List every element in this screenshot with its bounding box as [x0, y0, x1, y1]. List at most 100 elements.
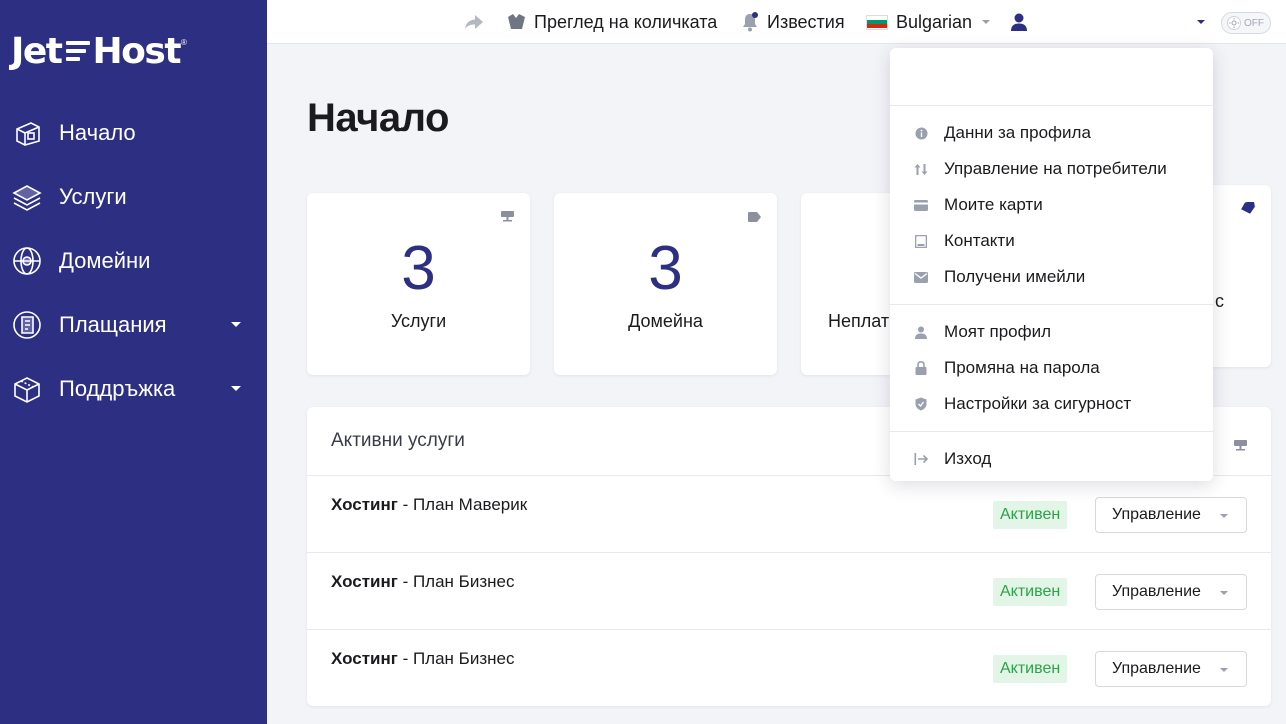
- brand-mark-icon: [65, 41, 90, 61]
- sidebar-item-domains[interactable]: Домейни: [0, 229, 267, 293]
- manage-label: Управление: [1112, 583, 1201, 600]
- menu-item-received-emails[interactable]: Получени имейли: [890, 259, 1213, 295]
- brand-logo[interactable]: Jet Host ®: [11, 30, 187, 72]
- menu-item-label: Данни за профила: [944, 123, 1091, 142]
- sidebar-item-label: Услуги: [59, 184, 127, 209]
- bell-icon: [741, 12, 759, 32]
- share-arrow-icon[interactable]: [464, 0, 484, 44]
- menu-item-my-profile[interactable]: Моят профил: [890, 314, 1213, 350]
- brand-name-left: Jet: [11, 30, 63, 72]
- sidebar-item-home[interactable]: Начало: [0, 101, 267, 165]
- top-bar: Преглед на количката Известия Bulgarian …: [267, 0, 1286, 44]
- stat-label: Услуги: [390, 311, 447, 331]
- service-plan: - План Маверик: [397, 495, 528, 514]
- sidebar-item-label: Начало: [59, 120, 136, 145]
- manage-button[interactable]: Управление: [1095, 651, 1247, 687]
- toggle-label: OFF: [1244, 17, 1264, 29]
- contact-book-icon: [913, 233, 929, 249]
- stat-card-services[interactable]: 3 Услуги: [307, 193, 530, 375]
- service-type: Хостинг: [331, 572, 398, 591]
- menu-item-logout[interactable]: Изход: [890, 441, 1213, 477]
- language-label: Bulgarian: [896, 11, 973, 32]
- account-menu-button[interactable]: [1009, 0, 1029, 44]
- ticket-icon: [1241, 200, 1255, 219]
- dark-mode-toggle[interactable]: OFF: [1221, 12, 1271, 34]
- cart-icon: [507, 13, 526, 31]
- service-row[interactable]: Хостинг - План Маверик Активен Управлени…: [307, 476, 1271, 553]
- menu-item-change-password[interactable]: Промяна на парола: [890, 350, 1213, 386]
- page-title: Начало: [307, 96, 449, 140]
- sidebar-item-services[interactable]: Услуги: [0, 165, 267, 229]
- menu-item-my-cards[interactable]: Моите карти: [890, 187, 1213, 223]
- menu-item-contacts[interactable]: Контакти: [890, 223, 1213, 259]
- manage-label: Управление: [1112, 660, 1201, 677]
- sun-icon: [1227, 16, 1241, 30]
- dropdown-group-security: Моят профил Промяна на парола Настройки …: [890, 305, 1213, 432]
- brand-name-right: Host: [92, 30, 182, 72]
- menu-item-profile-details[interactable]: Данни за профила: [890, 115, 1213, 151]
- envelope-icon: [913, 269, 929, 285]
- status-badge: Активен: [993, 578, 1068, 606]
- support-box-icon: [10, 372, 44, 406]
- chevron-down-icon: [1197, 20, 1205, 24]
- sidebar-item-label: Поддръжка: [59, 376, 176, 401]
- service-name: Хостинг - План Маверик: [331, 495, 527, 515]
- bulgarian-flag-icon: [866, 14, 888, 30]
- cart-label: Преглед на количката: [534, 11, 718, 32]
- sidebar-item-payments[interactable]: Плащания: [0, 293, 267, 357]
- manage-label: Управление: [1112, 506, 1201, 523]
- server-icon: [1234, 435, 1247, 457]
- menu-item-label: Моят профил: [944, 322, 1052, 341]
- dropdown-group-logout: Изход: [890, 432, 1213, 486]
- chevron-down-icon: [1220, 514, 1228, 518]
- swap-arrows-icon: [913, 161, 929, 177]
- manage-button[interactable]: Управление: [1095, 497, 1247, 533]
- menu-item-user-management[interactable]: Управление на потребители: [890, 151, 1213, 187]
- manage-button[interactable]: Управление: [1095, 574, 1247, 610]
- menu-item-label: Настройки за сигурност: [944, 394, 1132, 413]
- notifications-label: Известия: [767, 11, 845, 32]
- chevron-down-icon: [1220, 668, 1228, 672]
- menu-item-label: Промяна на парола: [944, 358, 1100, 377]
- language-selector[interactable]: Bulgarian: [866, 0, 991, 44]
- server-icon: [501, 209, 514, 227]
- user-icon: [1009, 12, 1029, 32]
- lock-icon: [913, 360, 929, 376]
- account-menu-caret[interactable]: [1187, 0, 1205, 44]
- user-icon: [913, 324, 929, 340]
- sidebar-item-label: Плащания: [59, 312, 167, 337]
- credit-card-icon: [913, 197, 929, 213]
- menu-item-label: Моите карти: [944, 195, 1043, 214]
- stat-card-domains[interactable]: 3 Домейна: [554, 193, 777, 375]
- menu-item-label: Изход: [944, 449, 992, 468]
- dropdown-group-account: Данни за профила Управление на потребите…: [890, 106, 1213, 305]
- sidebar-item-label: Домейни: [59, 248, 151, 273]
- chevron-down-icon: [231, 322, 241, 327]
- stat-label: Домейна: [628, 311, 703, 331]
- brand-registered: ®: [181, 38, 187, 47]
- status-badge: Активен: [993, 655, 1068, 683]
- shield-icon: [913, 396, 929, 412]
- home-icon: [10, 116, 44, 150]
- service-type: Хостинг: [331, 495, 398, 514]
- service-name: Хостинг - План Бизнес: [331, 649, 514, 669]
- service-row[interactable]: Хостинг - План Бизнес Активен Управление: [307, 630, 1271, 707]
- chevron-down-icon: [982, 20, 991, 24]
- service-name: Хостинг - План Бизнес: [331, 572, 514, 592]
- service-type: Хостинг: [331, 649, 398, 668]
- menu-item-label: Управление на потребители: [944, 159, 1167, 178]
- notifications-link[interactable]: Известия: [741, 0, 845, 44]
- status-badge: Активен: [993, 501, 1068, 529]
- layers-icon: [10, 180, 44, 214]
- panel-title: Активни услуги: [331, 430, 465, 451]
- sidebar-nav: Начало Услуги Домейни Плащания Поддръжка: [0, 101, 267, 421]
- cart-link[interactable]: Преглед на количката: [507, 0, 717, 44]
- stat-value: 3: [648, 234, 683, 303]
- chevron-down-icon: [1220, 591, 1228, 595]
- stat-label: с: [1215, 291, 1224, 311]
- menu-item-security-settings[interactable]: Настройки за сигурност: [890, 386, 1213, 422]
- tag-icon: [748, 209, 761, 227]
- dropdown-header: [890, 48, 1213, 106]
- service-row[interactable]: Хостинг - План Бизнес Активен Управление: [307, 553, 1271, 630]
- sidebar-item-support[interactable]: Поддръжка: [0, 357, 267, 421]
